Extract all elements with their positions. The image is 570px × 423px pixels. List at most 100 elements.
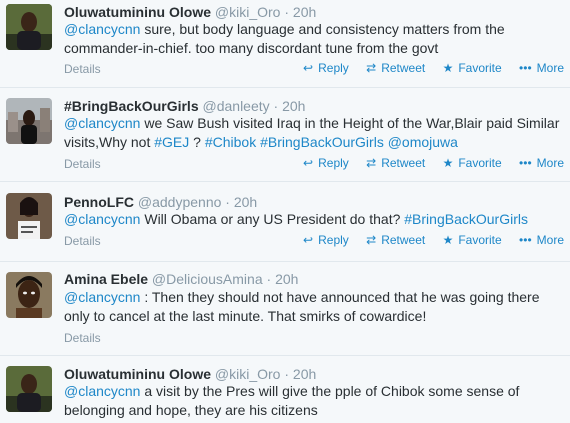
tweet-text-segment: sure, but body language and consistency …: [140, 21, 505, 37]
favorite-button[interactable]: ★ Favorite: [443, 233, 502, 247]
details-link[interactable]: Details: [64, 157, 101, 171]
reply-label: Reply: [318, 61, 349, 75]
timestamp[interactable]: 20h: [282, 98, 305, 114]
author-handle[interactable]: @danleety: [203, 98, 270, 114]
tweet-line-1: @clancycnn sure, but body language and c…: [64, 20, 554, 39]
tweet-text-segment: visits,Why not: [64, 134, 155, 150]
more-label: More: [536, 156, 564, 170]
tweet-link[interactable]: @clancycnn: [64, 21, 140, 37]
author-name[interactable]: #BringBackOurGirls: [64, 98, 199, 114]
tweet-5: Oluwatumininu Olowe @kiki_Oro · 20h @cla…: [0, 356, 570, 423]
author-name[interactable]: Oluwatumininu Olowe: [64, 366, 211, 382]
timestamp[interactable]: 20h: [293, 366, 316, 382]
avatar[interactable]: [6, 193, 52, 239]
avatar[interactable]: [6, 272, 52, 318]
tweet-3: PennoLFC @addypenno · 20h @clancycnn Wil…: [0, 182, 570, 262]
tweet-header: Oluwatumininu Olowe @kiki_Oro · 20h: [64, 366, 316, 383]
tweet-text-segment: a visit by the Pres will give the pple o…: [140, 383, 520, 399]
star-icon: ★: [442, 233, 454, 247]
tweet-text-segment: Will Obama or any US President do that?: [140, 211, 405, 227]
favorite-button[interactable]: ★ Favorite: [443, 156, 502, 170]
avatar[interactable]: [6, 98, 52, 144]
retweet-icon: ⇄: [366, 233, 377, 247]
author-handle[interactable]: @DeliciousAmina: [152, 271, 263, 287]
author-name[interactable]: PennoLFC: [64, 194, 134, 210]
tweet-line-1: @clancycnn a visit by the Pres will give…: [64, 382, 554, 401]
retweet-label: Retweet: [381, 61, 426, 75]
avatar[interactable]: [6, 366, 52, 412]
tweet-actions: ↩ Reply ⇄ Retweet ★ Favorite ••• More: [289, 233, 564, 247]
reply-button[interactable]: ↩ Reply: [303, 61, 349, 75]
tweet-text: @clancycnn sure, but body language and c…: [64, 20, 554, 58]
details-link[interactable]: Details: [64, 331, 101, 345]
timestamp[interactable]: 20h: [234, 194, 257, 210]
tweet-link[interactable]: #Chibok: [205, 134, 256, 150]
more-dots-icon: •••: [519, 61, 532, 75]
details-link[interactable]: Details: [64, 62, 101, 76]
author-name[interactable]: Amina Ebele: [64, 271, 148, 287]
author-handle[interactable]: @kiki_Oro: [215, 366, 281, 382]
tweet-link[interactable]: @clancycnn: [64, 383, 140, 399]
tweet-1: Oluwatumininu Olowe @kiki_Oro · 20h @cla…: [0, 0, 570, 88]
tweet-4: Amina Ebele @DeliciousAmina · 20h @clanc…: [0, 262, 570, 356]
more-label: More: [536, 61, 564, 75]
tweet-line-1: @clancycnn : Then they should not have a…: [64, 288, 554, 307]
retweet-label: Retweet: [381, 156, 426, 170]
retweet-icon: ⇄: [366, 156, 377, 170]
tweet-line-2: belonging and hope, they are his citizen…: [64, 401, 554, 420]
tweet-line-2: only to cancel at the last minute. That …: [64, 307, 554, 326]
tweet-header: Oluwatumininu Olowe @kiki_Oro · 20h: [64, 4, 316, 21]
tweet-line-1: @clancycnn Will Obama or any US Presiden…: [64, 210, 554, 229]
tweet-text: @clancycnn : Then they should not have a…: [64, 288, 554, 326]
tweet-header: #BringBackOurGirls @danleety · 20h: [64, 98, 305, 115]
author-name[interactable]: Oluwatumininu Olowe: [64, 4, 211, 20]
star-icon: ★: [442, 61, 454, 75]
tweet-link[interactable]: @omojuwa: [388, 134, 458, 150]
more-button[interactable]: ••• More: [519, 156, 564, 170]
tweet-2: #BringBackOurGirls @danleety · 20h @clan…: [0, 88, 570, 182]
tweet-text-segment: we Saw Bush visited Iraq in the Height o…: [140, 115, 560, 131]
author-handle[interactable]: @kiki_Oro: [215, 4, 281, 20]
separator-dot: ·: [225, 194, 230, 210]
tweet-actions: ↩ Reply ⇄ Retweet ★ Favorite ••• More: [289, 61, 564, 75]
reply-button[interactable]: ↩ Reply: [303, 156, 349, 170]
reply-icon: ↩: [303, 61, 314, 75]
more-dots-icon: •••: [519, 156, 532, 170]
timestamp[interactable]: 20h: [275, 271, 298, 287]
avatar[interactable]: [6, 4, 52, 50]
tweet-link[interactable]: @clancycnn: [64, 115, 140, 131]
star-icon: ★: [442, 156, 454, 170]
tweet-text: @clancycnn Will Obama or any US Presiden…: [64, 210, 554, 229]
more-button[interactable]: ••• More: [519, 61, 564, 75]
tweet-line-2: visits,Why not #GEJ ? #Chibok #BringBack…: [64, 133, 554, 152]
tweet-text-segment: belonging and hope, they are his citizen…: [64, 402, 318, 418]
tweet-text: @clancycnn we Saw Bush visited Iraq in t…: [64, 114, 559, 152]
tweet-link[interactable]: @clancycnn: [64, 211, 140, 227]
tweet-link[interactable]: @clancycnn: [64, 289, 140, 305]
favorite-button[interactable]: ★ Favorite: [443, 61, 502, 75]
tweet-text-segment: ?: [189, 134, 205, 150]
tweet-link[interactable]: #BringBackOurGirls: [260, 134, 384, 150]
tweet-text-segment: commander-in-chief. too many discordant …: [64, 40, 439, 56]
retweet-button[interactable]: ⇄ Retweet: [366, 233, 425, 247]
author-handle[interactable]: @addypenno: [138, 194, 222, 210]
reply-label: Reply: [318, 233, 349, 247]
tweet-text-segment: : Then they should not have announced th…: [140, 289, 540, 305]
reply-icon: ↩: [303, 233, 314, 247]
tweet-text: @clancycnn a visit by the Pres will give…: [64, 382, 554, 420]
separator-dot: ·: [273, 98, 279, 114]
retweet-icon: ⇄: [366, 61, 377, 75]
more-button[interactable]: ••• More: [519, 233, 564, 247]
retweet-button[interactable]: ⇄ Retweet: [366, 61, 425, 75]
details-link[interactable]: Details: [64, 234, 101, 248]
separator-dot: ·: [266, 271, 272, 287]
more-dots-icon: •••: [519, 233, 532, 247]
tweet-link[interactable]: #GEJ: [154, 134, 189, 150]
reply-label: Reply: [318, 156, 349, 170]
tweet-link[interactable]: #BringBackOurGirls: [404, 211, 528, 227]
separator-dot: ·: [284, 4, 290, 20]
timestamp[interactable]: 20h: [293, 4, 316, 20]
reply-button[interactable]: ↩ Reply: [303, 233, 349, 247]
tweet-header: PennoLFC @addypenno · 20h: [64, 194, 257, 211]
retweet-button[interactable]: ⇄ Retweet: [366, 156, 425, 170]
